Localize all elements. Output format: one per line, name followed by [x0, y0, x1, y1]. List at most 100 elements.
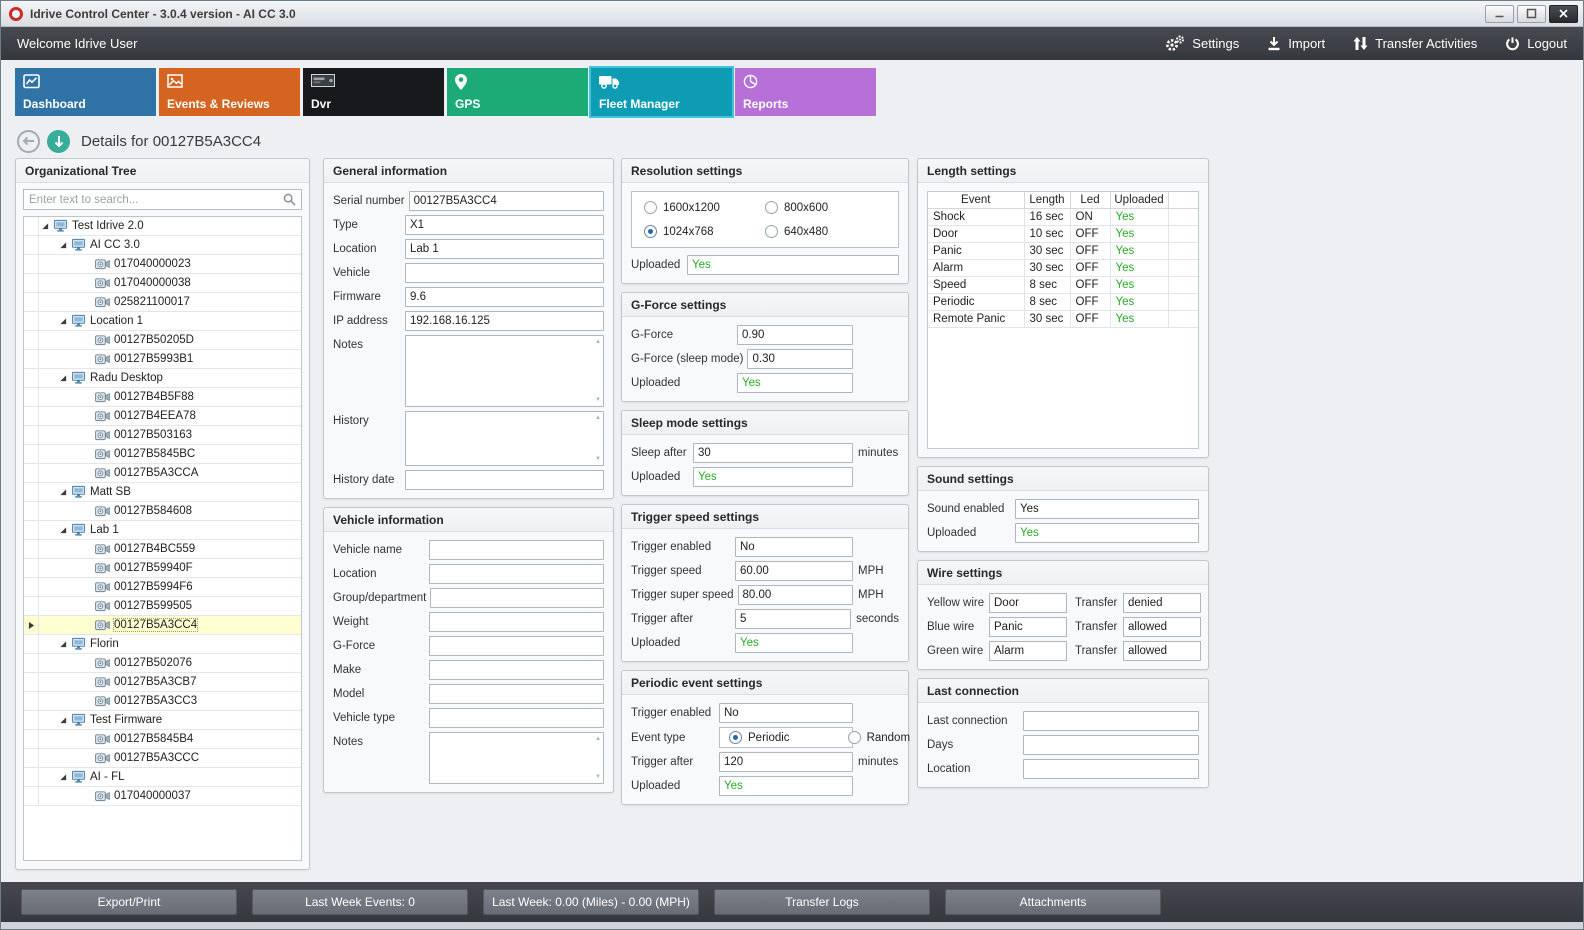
- scroll-up-icon[interactable]: ▲: [595, 339, 601, 345]
- tree-item-00127b5a3cb7[interactable]: 00127B5A3CB7: [24, 673, 301, 692]
- import-button[interactable]: Import: [1267, 36, 1325, 51]
- tree-item-00127b5845bc[interactable]: 00127B5845BC: [24, 445, 301, 464]
- attachments-button[interactable]: Attachments: [945, 889, 1161, 915]
- serial-number-field[interactable]: [409, 191, 604, 211]
- scroll-up-icon[interactable]: ▲: [595, 415, 601, 421]
- tree-item-ai-cc-3-0[interactable]: AI CC 3.0: [24, 236, 301, 255]
- last-week-events-button[interactable]: Last Week Events: 0: [252, 889, 468, 915]
- length-row-alarm[interactable]: Alarm30 secOFFYes: [928, 260, 1198, 277]
- scroll-down-button[interactable]: [47, 130, 70, 153]
- g-force-field[interactable]: [429, 636, 604, 656]
- sleep-after-field[interactable]: [693, 443, 853, 463]
- blue-wire-field[interactable]: [989, 617, 1067, 637]
- tree-item-ai-fl[interactable]: AI - FL: [24, 768, 301, 787]
- trigger-enabled-field[interactable]: [735, 537, 853, 557]
- length-col-length[interactable]: Length: [1024, 192, 1070, 209]
- yellow-wire-field[interactable]: [989, 593, 1067, 613]
- tree-item-test-firmware[interactable]: Test Firmware: [24, 711, 301, 730]
- uploaded-field[interactable]: [693, 467, 853, 487]
- blue-wire-transfer-field[interactable]: [1123, 617, 1201, 637]
- scroll-down-icon[interactable]: ▼: [595, 774, 601, 780]
- type-field[interactable]: [405, 215, 604, 235]
- 1600x1200-radio[interactable]: 1600x1200: [644, 201, 765, 214]
- tree-search-input[interactable]: [23, 189, 302, 210]
- last-connection-field[interactable]: [1023, 711, 1199, 731]
- tree-item-00127b5a3ccc[interactable]: 00127B5A3CCC: [24, 749, 301, 768]
- tab-events-reviews[interactable]: Events & Reviews: [159, 68, 300, 116]
- tree-item-00127b5993b1[interactable]: 00127B5993B1: [24, 350, 301, 369]
- trigger-after-field[interactable]: [719, 752, 853, 772]
- tree-item-017040000037[interactable]: 017040000037: [24, 787, 301, 806]
- tree-item-00127b5845b4[interactable]: 00127B5845B4: [24, 730, 301, 749]
- tree-item-location-1[interactable]: Location 1: [24, 312, 301, 331]
- tab-dashboard[interactable]: Dashboard: [15, 68, 156, 116]
- tree-item-radu-desktop[interactable]: Radu Desktop: [24, 369, 301, 388]
- location-field[interactable]: [405, 239, 604, 259]
- make-field[interactable]: [429, 660, 604, 680]
- uploaded-field[interactable]: [737, 373, 853, 393]
- 640x480-radio[interactable]: 640x480: [765, 225, 886, 238]
- tree-item-00127b502076[interactable]: 00127B502076: [24, 654, 301, 673]
- tree-item-00127b599505[interactable]: 00127B599505: [24, 597, 301, 616]
- sound-enabled-field[interactable]: [1015, 499, 1199, 519]
- length-row-remote-panic[interactable]: Remote Panic30 secOFFYes: [928, 311, 1198, 328]
- model-field[interactable]: [429, 684, 604, 704]
- maximize-button[interactable]: [1517, 5, 1546, 23]
- firmware-field[interactable]: [405, 287, 604, 307]
- length-row-door[interactable]: Door10 secOFFYes: [928, 226, 1198, 243]
- uploaded-field[interactable]: [1015, 523, 1199, 543]
- transfer-activities-button[interactable]: Transfer Activities: [1353, 36, 1477, 51]
- tree-item-lab-1[interactable]: Lab 1: [24, 521, 301, 540]
- tree-item-test-idrive-2-0[interactable]: Test Idrive 2.0: [24, 217, 301, 236]
- tree-item-00127b503163[interactable]: 00127B503163: [24, 426, 301, 445]
- trigger-after-field[interactable]: [735, 609, 851, 629]
- tree-item-017040000038[interactable]: 017040000038: [24, 274, 301, 293]
- length-col-event[interactable]: Event: [928, 192, 1024, 209]
- logout-button[interactable]: Logout: [1505, 36, 1567, 51]
- length-row-speed[interactable]: Speed8 secOFFYes: [928, 277, 1198, 294]
- tree-item-matt-sb[interactable]: Matt SB: [24, 483, 301, 502]
- ip-address-field[interactable]: [405, 311, 604, 331]
- length-row-periodic[interactable]: Periodic8 secOFFYes: [928, 294, 1198, 311]
- scroll-down-icon[interactable]: ▼: [595, 397, 601, 403]
- search-icon[interactable]: [283, 193, 296, 206]
- random-radio[interactable]: Random: [848, 731, 910, 744]
- tab-fleet-manager[interactable]: Fleet Manager: [591, 68, 732, 116]
- vehicle-type-field[interactable]: [429, 708, 604, 728]
- periodic-radio[interactable]: Periodic: [729, 731, 790, 744]
- length-row-shock[interactable]: Shock16 secONYes: [928, 209, 1198, 226]
- trigger-speed-field[interactable]: [735, 561, 853, 581]
- 800x600-radio[interactable]: 800x600: [765, 201, 886, 214]
- green-wire-field[interactable]: [989, 641, 1067, 661]
- days-field[interactable]: [1023, 735, 1199, 755]
- location-field[interactable]: [429, 564, 604, 584]
- notes-textarea[interactable]: ▲▼: [429, 732, 604, 784]
- uploaded-field[interactable]: [687, 255, 899, 275]
- length-col-uploaded[interactable]: Uploaded: [1110, 192, 1168, 209]
- tree-item-025821100017[interactable]: 025821100017: [24, 293, 301, 312]
- uploaded-field[interactable]: [719, 776, 853, 796]
- tree-item-017040000023[interactable]: 017040000023: [24, 255, 301, 274]
- last-week-stats-button[interactable]: Last Week: 0.00 (Miles) - 0.00 (MPH): [483, 889, 699, 915]
- tree-item-00127b4bc559[interactable]: 00127B4BC559: [24, 540, 301, 559]
- vehicle-field[interactable]: [405, 263, 604, 283]
- tree-item-00127b50205d[interactable]: 00127B50205D: [24, 331, 301, 350]
- settings-button[interactable]: Settings: [1164, 35, 1239, 52]
- tree-item-00127b584608[interactable]: 00127B584608: [24, 502, 301, 521]
- group-department-field[interactable]: [430, 588, 604, 608]
- scroll-down-icon[interactable]: ▼: [595, 456, 601, 462]
- history-textarea[interactable]: ▲▼: [405, 411, 604, 466]
- trigger-enabled-field[interactable]: [719, 703, 853, 723]
- tree-item-00127b4b5f88[interactable]: 00127B4B5F88: [24, 388, 301, 407]
- tree-item-00127b5a3cc4[interactable]: 00127B5A3CC4: [24, 616, 301, 635]
- trigger-super-speed-field[interactable]: [738, 585, 854, 605]
- g-force-field[interactable]: [737, 325, 853, 345]
- length-col-led[interactable]: Led: [1070, 192, 1110, 209]
- tab-gps[interactable]: GPS: [447, 68, 588, 116]
- tab-dvr[interactable]: Dvr: [303, 68, 444, 116]
- back-button[interactable]: [17, 130, 40, 153]
- length-row-panic[interactable]: Panic30 secOFFYes: [928, 243, 1198, 260]
- uploaded-field[interactable]: [735, 633, 853, 653]
- notes-textarea[interactable]: ▲▼: [405, 335, 604, 407]
- scroll-up-icon[interactable]: ▲: [595, 736, 601, 742]
